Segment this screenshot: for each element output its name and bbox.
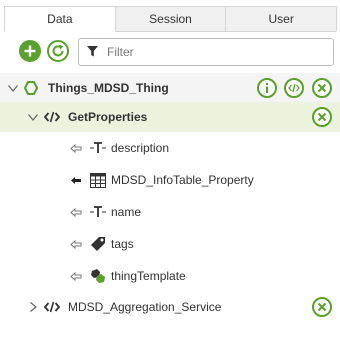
tree-root-label: Things_MDSD_Thing — [48, 81, 169, 95]
code-button[interactable] — [284, 78, 304, 98]
code-icon — [288, 83, 300, 93]
property-label: description — [111, 141, 170, 155]
tab-user[interactable]: User — [225, 6, 338, 31]
property-label: thingTemplate — [111, 269, 186, 283]
info-icon — [266, 83, 268, 93]
chevron-down-icon[interactable] — [8, 83, 18, 93]
data-panel: Data Session User Filter Things_MDSD_Thi… — [0, 0, 340, 344]
property-label: MDSD_InfoTable_Property — [111, 173, 254, 187]
tree-row-service[interactable]: MDSD_Aggregation_Service — [0, 292, 340, 322]
add-button[interactable] — [19, 40, 41, 62]
property-label: name — [111, 205, 142, 219]
plus-icon — [24, 45, 36, 57]
refresh-icon — [52, 44, 64, 57]
tree-row-root[interactable]: Things_MDSD_Thing — [0, 73, 340, 103]
info-button[interactable] — [257, 78, 277, 98]
infotable-type-icon — [89, 172, 106, 188]
filter-icon — [87, 46, 99, 58]
hexagon-icon — [24, 81, 38, 95]
tree-row-property[interactable]: description — [0, 133, 340, 163]
chevron-down-icon[interactable] — [28, 112, 38, 122]
tree-row-property[interactable]: name — [0, 197, 340, 227]
close-icon — [317, 112, 327, 122]
remove-root-button[interactable] — [312, 78, 332, 98]
filter-input[interactable] — [105, 44, 319, 60]
close-icon — [317, 83, 327, 93]
outline-arrow-left-icon — [70, 143, 82, 153]
outline-arrow-left-icon — [70, 239, 82, 249]
solid-arrow-left-icon — [70, 175, 82, 185]
refresh-button[interactable] — [47, 40, 69, 62]
remove-service-button[interactable] — [312, 107, 332, 127]
tag-type-icon — [90, 236, 106, 252]
service-label: MDSD_Aggregation_Service — [68, 300, 222, 314]
tab-session[interactable]: Session — [114, 6, 227, 31]
tab-data[interactable]: Data — [4, 6, 116, 32]
close-icon — [317, 302, 327, 312]
string-type-icon — [90, 141, 106, 155]
filter-field[interactable] — [78, 38, 334, 66]
code-icon — [44, 300, 60, 314]
tree-row-property[interactable]: MDSD_InfoTable_Property — [0, 165, 340, 195]
service-label: GetProperties — [68, 110, 148, 124]
code-icon — [44, 110, 60, 124]
tab-bar: Data Session User — [4, 6, 338, 32]
tree-row-property[interactable]: thingTemplate — [0, 261, 340, 291]
outline-arrow-left-icon — [70, 271, 82, 281]
tree-row-service[interactable]: GetProperties — [0, 102, 340, 132]
chevron-right-icon[interactable] — [28, 302, 38, 312]
tree-row-property[interactable]: tags — [0, 229, 340, 259]
thingtemplate-type-icon — [90, 268, 106, 284]
remove-service-button[interactable] — [312, 297, 332, 317]
string-type-icon — [90, 205, 106, 219]
toolbar — [0, 38, 340, 68]
outline-arrow-left-icon — [70, 207, 82, 217]
property-label: tags — [111, 237, 134, 251]
